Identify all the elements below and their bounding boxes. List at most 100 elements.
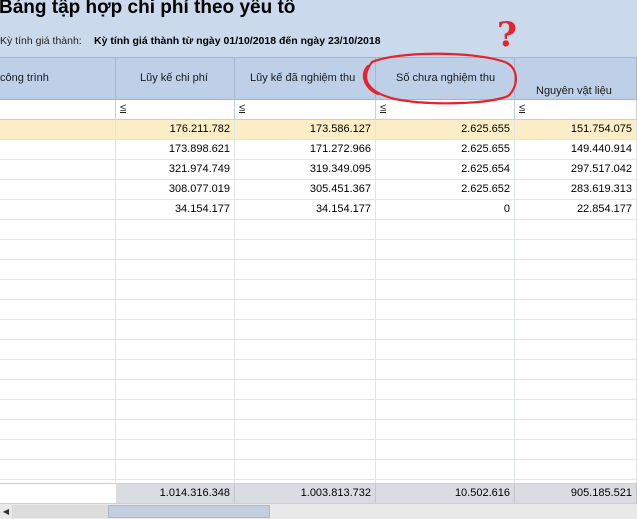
table-cell[interactable]: [0, 220, 116, 240]
table-cell[interactable]: [235, 420, 376, 440]
table-cell[interactable]: 0: [376, 200, 515, 220]
table-cell[interactable]: [235, 300, 376, 320]
table-row[interactable]: [0, 240, 637, 260]
table-cell[interactable]: 149.440.914: [515, 140, 637, 160]
table-row[interactable]: [0, 400, 637, 420]
table-cell[interactable]: [0, 400, 116, 420]
table-row[interactable]: 34.154.177 34.154.177 0 22.854.177: [0, 200, 637, 220]
table-cell[interactable]: [515, 400, 637, 420]
filter-cell-materials[interactable]: ≤: [515, 100, 637, 119]
scroll-track[interactable]: [12, 505, 108, 518]
table-cell[interactable]: [376, 320, 515, 340]
table-cell[interactable]: 321.974.749: [116, 160, 235, 180]
column-header-materials[interactable]: Nguyên vật liệu: [515, 58, 637, 100]
table-cell[interactable]: [235, 320, 376, 340]
filter-cell-cumulative-accepted[interactable]: ≤: [235, 100, 376, 119]
table-cell[interactable]: [116, 280, 235, 300]
table-row[interactable]: 176.211.782 173.586.127 2.625.655 151.754.0…: [0, 120, 637, 140]
table-cell[interactable]: [515, 380, 637, 400]
table-cell[interactable]: [116, 460, 235, 480]
table-cell[interactable]: [0, 460, 116, 480]
table-cell[interactable]: [515, 440, 637, 460]
table-cell[interactable]: [0, 180, 116, 200]
table-cell[interactable]: [515, 460, 637, 480]
table-cell[interactable]: [376, 340, 515, 360]
table-cell[interactable]: [0, 140, 116, 160]
table-cell[interactable]: [515, 300, 637, 320]
table-cell[interactable]: 319.349.095: [235, 160, 376, 180]
table-cell[interactable]: [235, 260, 376, 280]
table-cell[interactable]: [376, 400, 515, 420]
table-cell[interactable]: [0, 260, 116, 280]
table-cell[interactable]: 151.754.075: [515, 120, 637, 140]
table-row[interactable]: 321.974.749 319.349.095 2.625.654 297.517.0…: [0, 160, 637, 180]
table-cell[interactable]: [515, 240, 637, 260]
table-cell[interactable]: [116, 220, 235, 240]
table-cell[interactable]: [0, 360, 116, 380]
table-cell[interactable]: [376, 220, 515, 240]
table-row[interactable]: [0, 440, 637, 460]
table-cell[interactable]: [116, 360, 235, 380]
table-row[interactable]: [0, 260, 637, 280]
table-cell[interactable]: [116, 400, 235, 420]
table-row[interactable]: [0, 360, 637, 380]
table-cell[interactable]: [376, 300, 515, 320]
table-cell[interactable]: [376, 360, 515, 380]
scroll-thumb[interactable]: [108, 505, 270, 518]
table-cell[interactable]: [235, 440, 376, 460]
table-cell[interactable]: [235, 280, 376, 300]
filter-cell-cumulative-cost[interactable]: ≤: [116, 100, 235, 119]
table-cell[interactable]: [116, 320, 235, 340]
table-cell[interactable]: [0, 420, 116, 440]
filter-operator[interactable]: ≤: [380, 102, 386, 114]
table-cell[interactable]: 297.517.042: [515, 160, 637, 180]
scroll-left-arrow-icon[interactable]: ◀: [0, 504, 12, 519]
table-cell[interactable]: [515, 260, 637, 280]
table-cell[interactable]: [235, 360, 376, 380]
table-cell[interactable]: [376, 240, 515, 260]
table-cell[interactable]: [376, 420, 515, 440]
table-cell[interactable]: [235, 220, 376, 240]
table-cell[interactable]: 22.854.177: [515, 200, 637, 220]
table-cell[interactable]: [0, 240, 116, 260]
table-cell[interactable]: [116, 380, 235, 400]
filter-operator[interactable]: ≤: [120, 102, 126, 114]
table-cell[interactable]: [0, 320, 116, 340]
table-cell[interactable]: 34.154.177: [235, 200, 376, 220]
table-row[interactable]: [0, 220, 637, 240]
table-row[interactable]: [0, 340, 637, 360]
table-cell[interactable]: [515, 420, 637, 440]
filter-cell-unaccepted[interactable]: ≤: [376, 100, 515, 119]
table-cell[interactable]: [235, 400, 376, 420]
table-cell[interactable]: [235, 380, 376, 400]
table-cell[interactable]: 305.451.367: [235, 180, 376, 200]
table-cell[interactable]: [376, 460, 515, 480]
table-cell[interactable]: [376, 260, 515, 280]
table-cell[interactable]: 283.619.313: [515, 180, 637, 200]
table-cell[interactable]: [376, 280, 515, 300]
table-cell[interactable]: [0, 440, 116, 460]
table-cell[interactable]: 2.625.654: [376, 160, 515, 180]
table-cell[interactable]: [0, 380, 116, 400]
table-row[interactable]: [0, 280, 637, 300]
table-cell[interactable]: [376, 440, 515, 460]
table-cell[interactable]: [0, 120, 116, 140]
table-cell[interactable]: [116, 260, 235, 280]
column-header-cumulative-accepted[interactable]: Lũy kế đã nghiệm thu: [235, 58, 376, 100]
table-cell[interactable]: [0, 200, 116, 220]
table-cell[interactable]: [0, 300, 116, 320]
table-cell[interactable]: [235, 240, 376, 260]
table-row[interactable]: [0, 380, 637, 400]
filter-operator[interactable]: ≤: [239, 102, 245, 114]
table-cell[interactable]: 171.272.966: [235, 140, 376, 160]
table-cell[interactable]: [515, 360, 637, 380]
filter-cell-project[interactable]: [0, 100, 116, 119]
table-row[interactable]: [0, 460, 637, 480]
table-cell[interactable]: [376, 380, 515, 400]
table-row[interactable]: [0, 300, 637, 320]
table-cell[interactable]: [515, 220, 637, 240]
table-row[interactable]: 308.077.019 305.451.367 2.625.652 283.619.3…: [0, 180, 637, 200]
table-cell[interactable]: [116, 340, 235, 360]
table-cell[interactable]: 2.625.655: [376, 140, 515, 160]
table-cell[interactable]: [116, 300, 235, 320]
